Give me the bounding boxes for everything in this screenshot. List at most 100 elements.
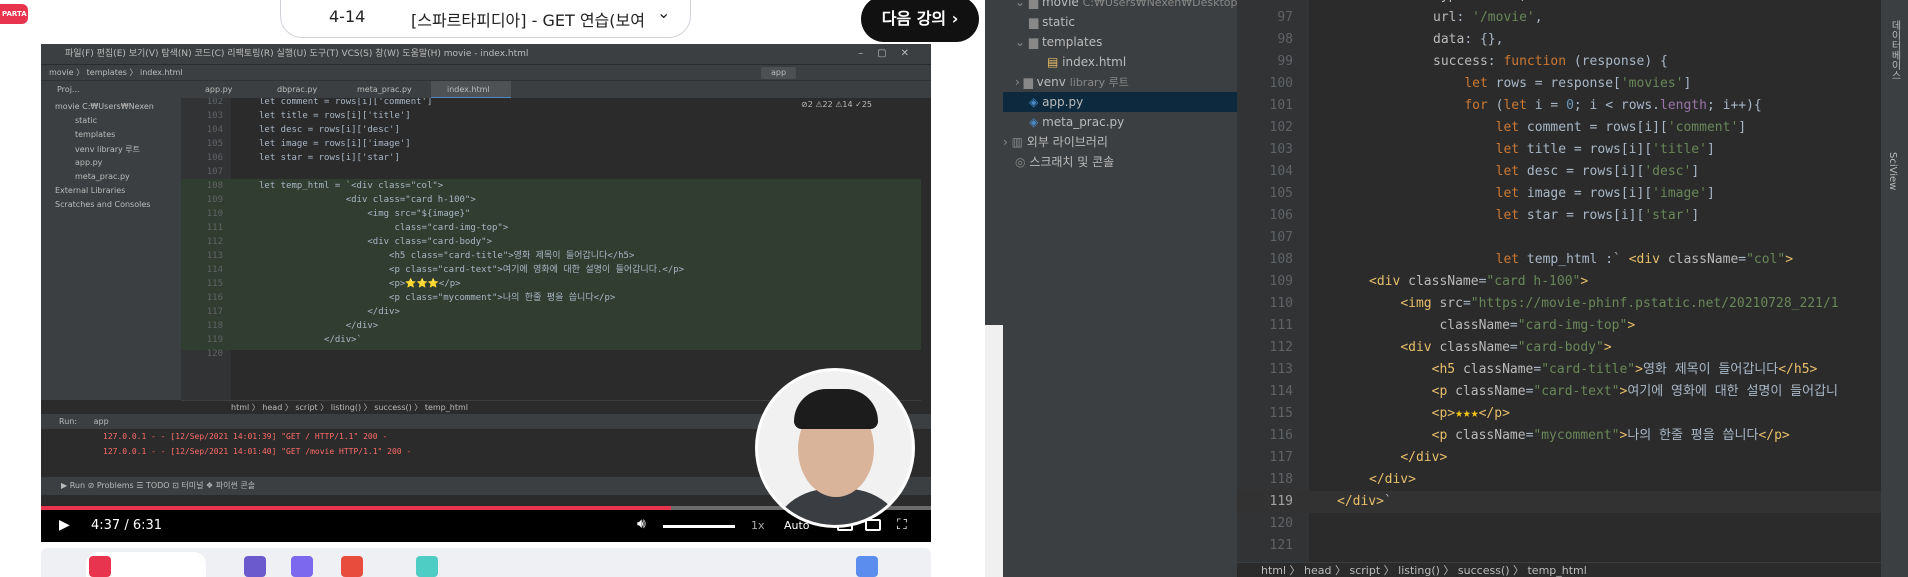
lecture-number: 4-14 xyxy=(329,7,366,26)
sciview-tool-label[interactable]: SciView xyxy=(1887,152,1898,190)
line-number: 109 xyxy=(1269,274,1293,289)
line-number: 101 xyxy=(1269,98,1293,113)
tool-icon[interactable] xyxy=(89,556,111,577)
video-tree-item: External Libraries xyxy=(55,186,126,195)
tool-icon[interactable] xyxy=(856,556,878,577)
line-text: <div className="card h-100"> xyxy=(1369,274,1589,289)
video-line-text: let comment = rows[i]['comment'] xyxy=(259,98,433,107)
tree-item-external-libs[interactable]: › ▥ 외부 라이브러리 xyxy=(1003,132,1108,152)
code-line: 121 xyxy=(1237,535,1881,557)
speed-button[interactable]: 1x xyxy=(751,519,765,532)
video-tab: meta_prac.py xyxy=(357,85,412,94)
lecture-selector[interactable]: 4-14 [스파르타피디아] - GET 연습(보여 ⌄ xyxy=(280,0,691,38)
line-number: 115 xyxy=(1269,406,1293,421)
video-line-text: <p class="card-text">여기에 영화에 대한 설명이 들어갑니… xyxy=(259,265,685,275)
line-number: 99 xyxy=(1277,54,1293,69)
code-line: 106 let star = rows[i]['star'] xyxy=(1237,205,1881,227)
video-line-text: <div class="card-body"> xyxy=(259,237,492,247)
video-line-number: 116 xyxy=(206,293,223,303)
video-line-text: <p>⭐⭐⭐</p> xyxy=(259,279,461,289)
code-line: 112 <div className="card-body"> xyxy=(1237,337,1881,359)
video-line-number: 114 xyxy=(206,265,223,275)
line-text: let title = rows[i]['title'] xyxy=(1495,142,1715,157)
tool-icon[interactable] xyxy=(291,556,313,577)
line-text: </div> xyxy=(1369,472,1416,487)
line-number: 114 xyxy=(1269,384,1293,399)
video-ide-nav-breadcrumb: movie 〉 templates 〉 index.html app xyxy=(41,64,931,80)
database-tool-label[interactable]: 데이터베이스 xyxy=(1887,20,1902,80)
tree-item-index-html[interactable]: ▤ index.html xyxy=(1047,52,1126,72)
project-tree: ⌄ ▆ movie C:₩Users₩Nexen₩Desktop₩ ▆ stat… xyxy=(1003,0,1248,577)
tree-item-meta-prac[interactable]: ◈ meta_prac.py xyxy=(1029,112,1124,132)
line-number: 111 xyxy=(1269,318,1293,333)
current-time: 4:37 xyxy=(91,518,121,533)
time-separator: / xyxy=(124,518,129,533)
video-line-text: <img src="${image}" xyxy=(259,209,471,219)
code-line: 109 <div className="card h-100"> xyxy=(1237,271,1881,293)
video-line-text: let star = rows[i]['star'] xyxy=(259,153,400,163)
code-breadcrumb: html 〉 head 〉 script 〉 listing() 〉 succe… xyxy=(1237,562,1881,577)
video-project-tree: movie C:₩Users₩Nexen static templates ve… xyxy=(41,98,181,400)
video-line-number: 119 xyxy=(206,335,223,345)
video-line-text: <div class="card h-100"> xyxy=(259,195,476,205)
line-text: let image = rows[i]['image'] xyxy=(1495,186,1715,201)
volume-icon[interactable]: 🔊︎ xyxy=(637,516,646,532)
tree-item-static[interactable]: ▆ static xyxy=(1029,12,1075,32)
tree-item-scratches[interactable]: ◎ 스크래치 및 콘솔 xyxy=(1015,152,1114,172)
next-lecture-button[interactable]: 다음 강의 › xyxy=(861,0,979,42)
line-number: 108 xyxy=(1269,252,1293,267)
video-line-number: 109 xyxy=(206,195,223,205)
tool-icon[interactable] xyxy=(341,556,363,577)
code-line: 101 for (let i = 0; i < rows.length; i++… xyxy=(1237,95,1881,117)
line-number: 104 xyxy=(1269,164,1293,179)
line-number: 117 xyxy=(1269,450,1293,465)
code-line: 98 data: {}, xyxy=(1237,29,1881,51)
video-tab: dbprac.py xyxy=(277,85,318,94)
video-line-number: 120 xyxy=(206,349,223,359)
video-time: 4:37 / 6:31 xyxy=(91,518,162,533)
duration: 6:31 xyxy=(132,518,163,533)
line-text: <h5 className="card-title">영화 제목이 들어갑니다<… xyxy=(1431,362,1818,377)
line-text: let rows = response['movies'] xyxy=(1464,76,1692,91)
line-number: 112 xyxy=(1269,340,1293,355)
code-line: 111 className="card-img-top"> xyxy=(1237,315,1881,337)
line-number: 118 xyxy=(1269,472,1293,487)
line-text: for (let i = 0; i < rows.length; i++){ xyxy=(1464,98,1762,113)
play-icon[interactable]: ▶ xyxy=(59,517,70,533)
video-code-editor: ⊘2 ⚠22 ⚠14 ✓25 102 let comment = rows[i][… xyxy=(181,98,921,400)
tree-item-templates[interactable]: ⌄ ▆ templates xyxy=(1015,32,1102,52)
video-line-number: 117 xyxy=(206,307,223,317)
tool-icon[interactable] xyxy=(416,556,438,577)
volume-slider[interactable] xyxy=(663,525,735,528)
lecture-title: [스파르타피디아] - GET 연습(보여 xyxy=(411,11,645,30)
code-line: 118 </div> xyxy=(1237,469,1881,491)
video-line-number: 118 xyxy=(206,321,223,331)
tree-item-venv[interactable]: › ▆ venv library 루트 xyxy=(1015,72,1129,92)
tree-item-movie[interactable]: ⌄ ▆ movie C:₩Users₩Nexen₩Desktop₩ xyxy=(1015,0,1248,12)
video-window-controls: –▢✕ xyxy=(858,48,923,59)
video-tab-active: index.html xyxy=(431,81,511,99)
video-tree-item: meta_prac.py xyxy=(75,172,130,181)
code-line: 113 <h5 className="card-title">영화 제목이 들어… xyxy=(1237,359,1881,381)
code-line: 119 </div>` xyxy=(1237,491,1881,513)
chevron-down-icon[interactable]: ⌄ xyxy=(657,3,670,22)
video-line-text: let desc = rows[i]['desc'] xyxy=(259,125,400,135)
line-text: let temp_html :` <div className="col"> xyxy=(1495,252,1794,267)
video-line-number: 102 xyxy=(206,98,223,107)
run-log-line: 127.0.0.1 - - [12/Sep/2021 14:01:39] "GE… xyxy=(103,432,388,441)
video-nav-path: movie 〉 templates 〉 index.html xyxy=(49,68,183,77)
lecture-player-panel: PARTA 4-14 [스파르타피디아] - GET 연습(보여 ⌄ 다음 강의… xyxy=(0,0,985,577)
line-number: 116 xyxy=(1269,428,1293,443)
video-line-number: 111 xyxy=(206,223,223,233)
tool-icon[interactable] xyxy=(244,556,266,577)
line-number: 105 xyxy=(1269,186,1293,201)
code-line: 104 let desc = rows[i]['desc'] xyxy=(1237,161,1881,183)
ide-left-strip xyxy=(985,0,1003,325)
window-gap xyxy=(985,325,1003,577)
line-number: 107 xyxy=(1269,230,1293,245)
video-tab: app.py xyxy=(205,85,233,94)
brand-logo[interactable]: PARTA xyxy=(0,4,28,24)
code-editor[interactable]: 96 type: "GET", 97 url: '/movie', 98 data: {}… xyxy=(1237,0,1881,562)
tree-item-app-py[interactable]: ◈ app.py xyxy=(1029,92,1083,112)
video-line-number: 112 xyxy=(206,237,223,247)
